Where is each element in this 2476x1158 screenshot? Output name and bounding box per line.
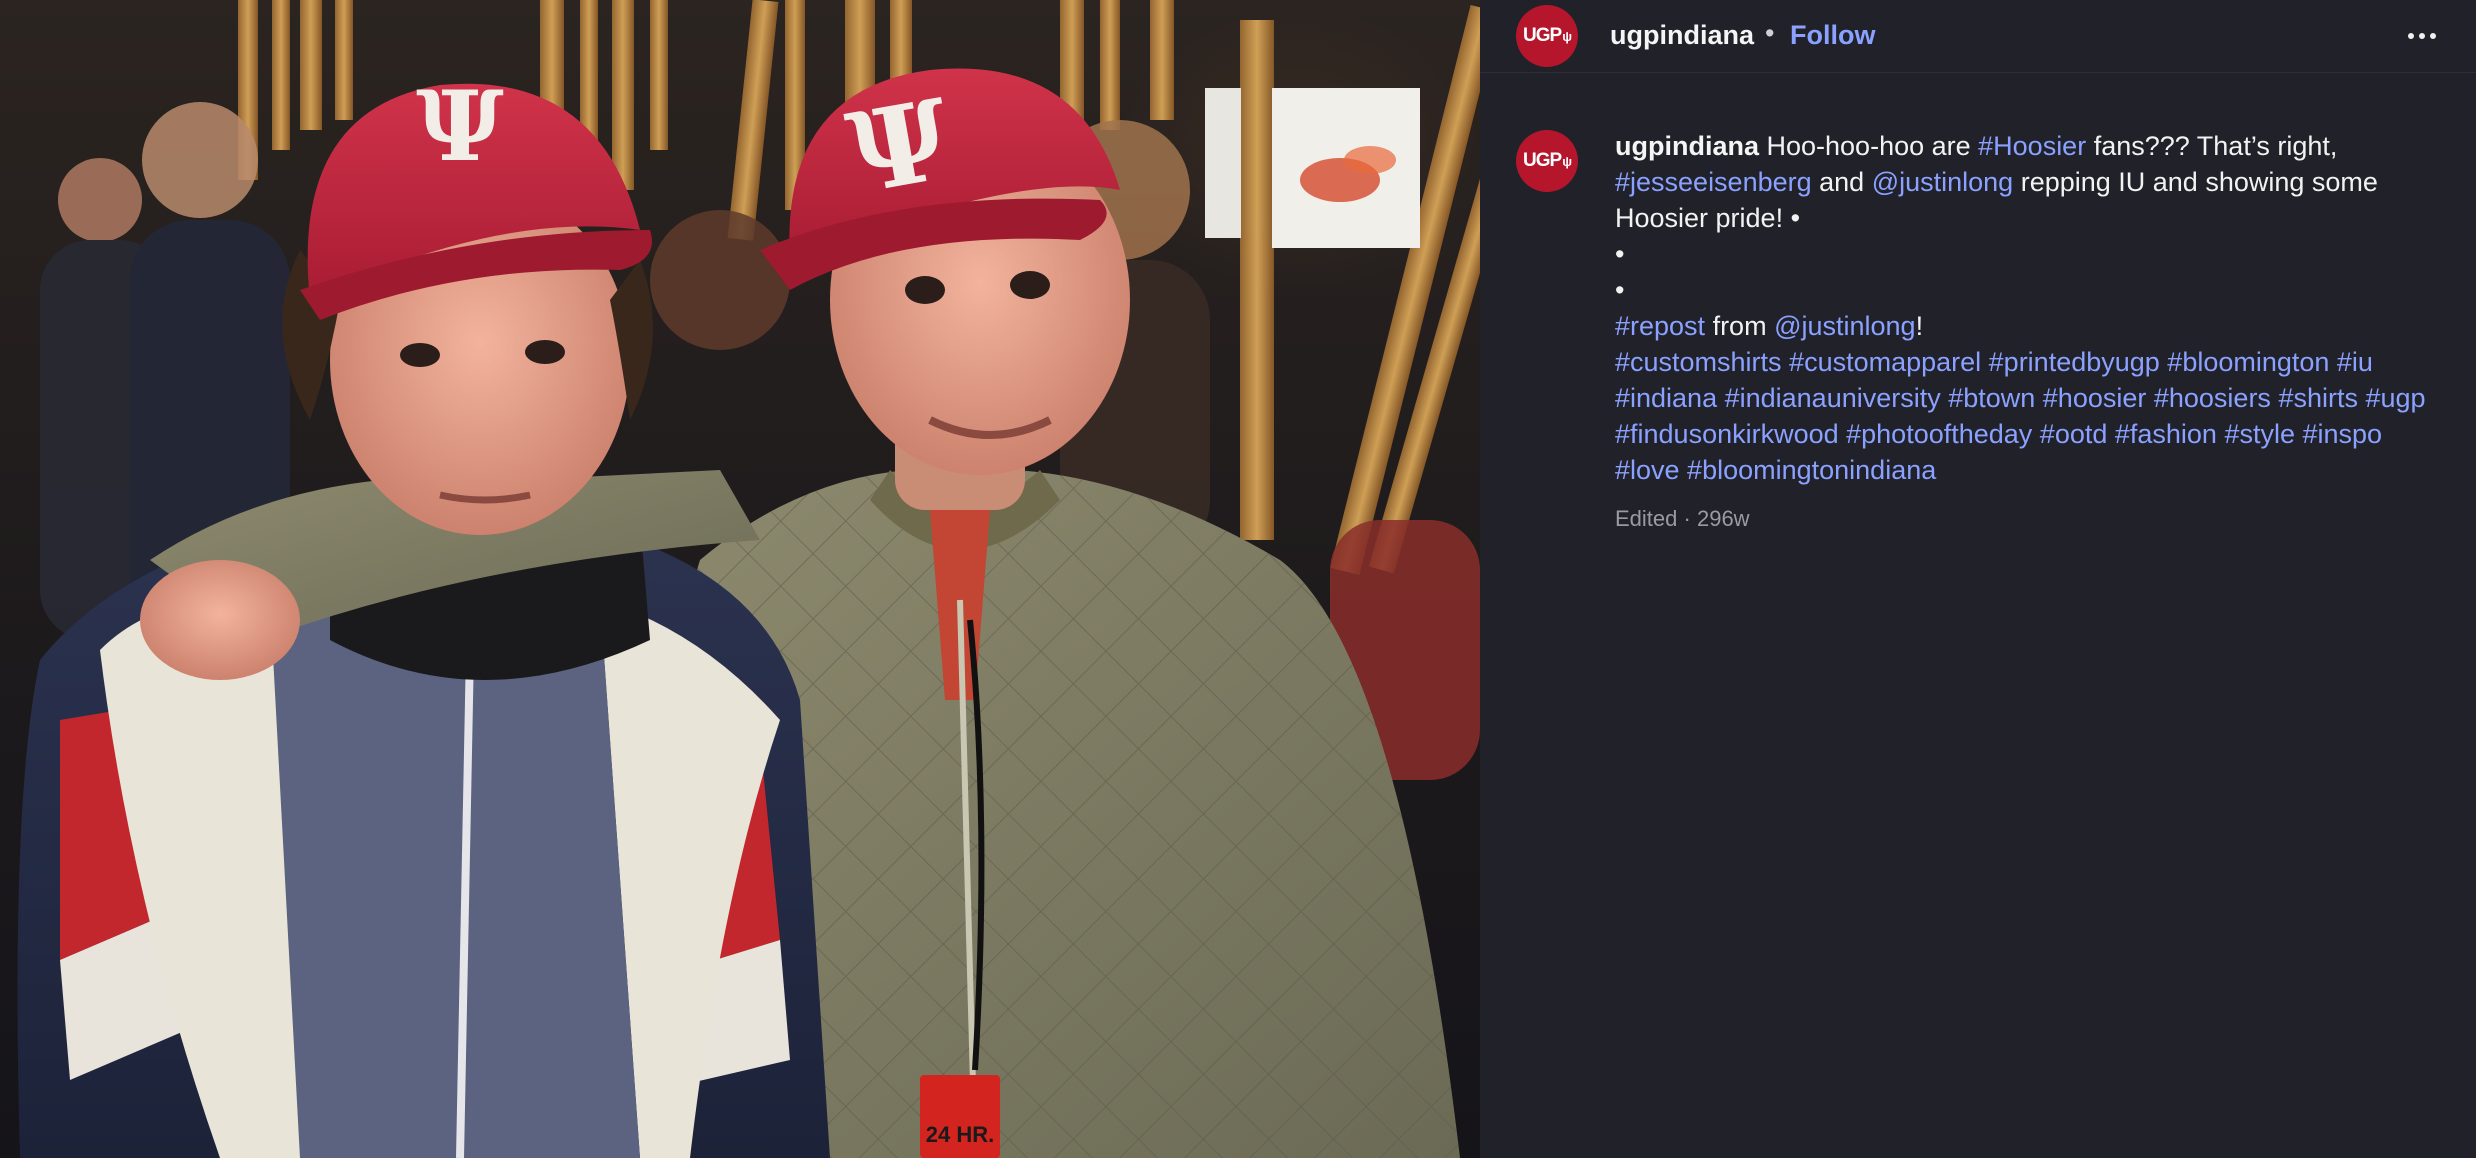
mention-link[interactable]: @justinlong <box>1774 311 1916 341</box>
caption-text-segment: fans??? That’s right, <box>2086 131 2338 161</box>
header-separator: • <box>1765 18 1775 48</box>
wall-art <box>1205 88 1420 248</box>
caption-bullet: • <box>1615 275 1625 305</box>
hashtag-link[interactable]: #repost <box>1615 311 1705 341</box>
post-photo[interactable]: 24 HR. Ψ Ψ <box>0 0 1480 1158</box>
avatar-text: UGP <box>1523 150 1562 171</box>
edited-label: Edited <box>1615 506 1678 531</box>
more-dot <box>2419 33 2425 39</box>
header-username[interactable]: ugpindiana <box>1610 20 1754 51</box>
post-header: UGP ψ ugpindiana • Follow <box>1480 0 2476 73</box>
cap-logo-left: Ψ <box>416 70 504 183</box>
post-age[interactable]: 296w <box>1697 506 1750 531</box>
caption-repost-line: #repost from @justinlong! <box>1615 308 2445 344</box>
caption-bullet: • <box>1615 239 1625 269</box>
caption-avatar[interactable]: UGP ψ <box>1516 130 1578 192</box>
follow-button[interactable]: Follow <box>1790 20 1875 51</box>
hashtag-link[interactable]: #Hoosier <box>1978 131 2086 161</box>
caption-text-segment: from <box>1705 311 1775 341</box>
hashtag-link[interactable]: #jesseeisenberg <box>1615 167 1812 197</box>
more-options-icon[interactable] <box>2402 16 2442 56</box>
caption-text-segment: Hoo-hoo-hoo are <box>1759 131 1979 161</box>
meta-dot: · <box>1683 506 1691 531</box>
lanyard-badge: 24 HR. <box>926 1122 994 1147</box>
caption-username[interactable]: ugpindiana <box>1615 131 1759 161</box>
more-dot <box>2430 33 2436 39</box>
more-dot <box>2408 33 2414 39</box>
profile-avatar[interactable]: UGP ψ <box>1516 5 1578 67</box>
trident-icon: ψ <box>1562 28 1572 44</box>
caption-text-segment: ! <box>1915 311 1924 341</box>
hashtag-list[interactable]: #customshirts #customapparel #printedbyu… <box>1615 344 2445 488</box>
caption-line-1: ugpindiana Hoo-hoo-hoo are #Hoosier fans… <box>1615 128 2445 236</box>
post-meta: Edited · 296w <box>1615 506 1750 532</box>
avatar-text: UGP <box>1523 25 1562 46</box>
caption-text-segment: and <box>1811 167 1872 197</box>
trident-icon: ψ <box>1562 153 1572 169</box>
post-sidebar: UGP ψ ugpindiana • Follow UGP ψ ugpindiana… <box>1480 0 2476 1158</box>
caption-text: ugpindiana Hoo-hoo-hoo are #Hoosier fans… <box>1615 128 2445 488</box>
mention-link[interactable]: @justinlong <box>1872 167 2014 197</box>
photo-illustration: 24 HR. Ψ Ψ <box>17 0 1480 1158</box>
